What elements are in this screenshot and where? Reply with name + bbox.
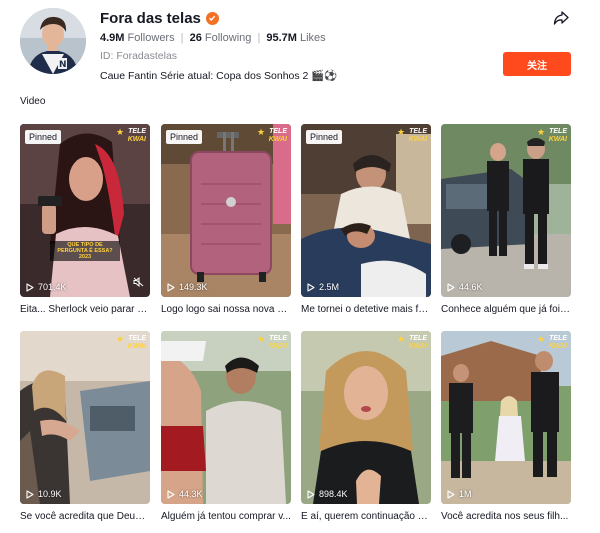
video-title[interactable]: Me tornei o detetive mais fa... (301, 304, 431, 317)
view-count-text: 44.3K (179, 489, 203, 499)
share-icon[interactable] (553, 10, 569, 26)
avatar[interactable]: N (20, 8, 86, 74)
profile-bio: Caue Fantin Série atual: Copa dos Sonhos… (100, 70, 338, 82)
profile-info: Fora das telas 4.9M Followers | 26 Follo… (100, 8, 337, 84)
telekwai-logo: ★ TELE KWAI (116, 127, 146, 144)
video-card[interactable]: ★ TELE KWAI 1M Você acredita nos seus filh… (441, 331, 571, 524)
view-count: 1M (447, 489, 472, 499)
telekwai-logo: ★ TELE KWAI (116, 334, 146, 351)
likes-label: Likes (300, 32, 326, 44)
video-card[interactable]: ★ TELE KWAI 44.3K Alguém já tentou comprar… (161, 331, 291, 524)
view-count-text: 1M (459, 489, 472, 499)
video-title[interactable]: Se você acredita que Deus ... (20, 511, 150, 524)
view-count: 2.5M (307, 282, 339, 292)
view-count: 149.3K (167, 282, 208, 292)
pinned-badge: Pinned (306, 130, 343, 144)
telekwai-logo: ★ TELE KWAI (257, 127, 287, 144)
following-label[interactable]: Following (205, 32, 251, 44)
view-count-text: 2.5M (319, 282, 340, 292)
play-icon (26, 282, 34, 292)
video-card[interactable]: Pinned ★ TELE KWAI 2.5M Me tornei o deteti… (301, 124, 431, 317)
video-thumbnail[interactable]: Pinned ★ TELE KWAI 2.5M (301, 124, 431, 297)
thumbnail-image (441, 124, 571, 297)
telekwai-logo: ★ TELE KWAI (257, 334, 287, 351)
thumbnail-image (161, 331, 291, 504)
video-card[interactable]: ★ TELE KWAI 44.6K Conhece alguém que já fo… (441, 124, 571, 317)
video-card[interactable]: Pinned ★ TELE KWAI QUE TIPO DE PERGUNTA É … (20, 124, 150, 317)
video-title[interactable]: Logo logo sai nossa nova sé... (161, 304, 291, 317)
thumbnail-image (301, 124, 431, 297)
stats-divider: | (180, 32, 184, 44)
video-thumbnail[interactable]: ★ TELE KWAI 44.6K (441, 124, 571, 297)
thumbnail-image (20, 124, 150, 297)
user-id: ID: Foradastelas (100, 50, 178, 62)
video-title[interactable]: Alguém já tentou comprar v... (161, 511, 291, 524)
video-title[interactable]: Conhece alguém que já foi ... (441, 304, 571, 317)
play-icon (167, 489, 175, 499)
stats-divider: | (257, 32, 261, 44)
profile-stats: 4.9M Followers | 26 Following | 95.7M Li… (100, 32, 337, 48)
video-thumbnail[interactable]: ★ TELE KWAI 44.3K (161, 331, 291, 504)
video-thumbnail[interactable]: ★ TELE KWAI 1M (441, 331, 571, 504)
view-count-text: 701.4K (38, 282, 67, 292)
view-count: 10.9K (26, 489, 62, 499)
video-card[interactable]: ★ TELE KWAI 898.4K E aí, querem continuaçã… (301, 331, 431, 524)
video-thumbnail[interactable]: Pinned ★ TELE KWAI 149.3K (161, 124, 291, 297)
video-card[interactable]: Pinned ★ TELE KWAI 149.3K Logo logo sai no… (161, 124, 291, 317)
video-thumbnail[interactable]: ★ TELE KWAI 898.4K (301, 331, 431, 504)
telekwai-logo: ★ TELE KWAI (537, 127, 567, 144)
verified-badge-icon (205, 11, 219, 25)
thumbnail-image (301, 331, 431, 504)
thumbnail-image (161, 124, 291, 297)
view-count-text: 898.4K (319, 489, 348, 499)
following-count: 26 (189, 32, 202, 44)
profile-header: N Fora das telas 4.9M Followers | 26 Fol… (20, 8, 580, 82)
thumbnail-image (441, 331, 571, 504)
pinned-badge: Pinned (166, 130, 203, 144)
play-icon (167, 282, 175, 292)
follow-button[interactable]: 关注 (503, 52, 571, 76)
view-count: 898.4K (307, 489, 348, 499)
view-count: 44.3K (167, 489, 203, 499)
profile-name: Fora das telas (100, 9, 201, 27)
likes-count: 95.7M (266, 32, 297, 44)
play-icon (447, 489, 455, 499)
video-title[interactable]: Você acredita nos seus filh... (441, 511, 571, 524)
followers-count: 4.9M (100, 32, 125, 44)
play-icon (447, 282, 455, 292)
section-title: Video (20, 96, 46, 107)
video-thumbnail[interactable]: ★ TELE KWAI 10.9K (20, 331, 150, 504)
video-title[interactable]: Eita... Sherlock veio parar n... (20, 304, 150, 317)
view-count-text: 149.3K (179, 282, 208, 292)
telekwai-logo: ★ TELE KWAI (397, 127, 427, 144)
video-thumbnail[interactable]: Pinned ★ TELE KWAI QUE TIPO DE PERGUNTA É … (20, 124, 150, 297)
play-icon (307, 282, 315, 292)
followers-label[interactable]: Followers (128, 32, 175, 44)
svg-text:N: N (59, 60, 67, 70)
pinned-badge: Pinned (25, 130, 62, 144)
play-icon (26, 489, 34, 499)
telekwai-logo: ★ TELE KWAI (537, 334, 567, 351)
telekwai-logo: ★ TELE KWAI (397, 334, 427, 351)
view-count-text: 44.6K (459, 282, 483, 292)
video-title[interactable]: E aí, querem continuação d... (301, 511, 431, 524)
view-count-text: 10.9K (38, 489, 62, 499)
view-count: 701.4K (26, 282, 67, 292)
mute-icon[interactable] (133, 274, 144, 292)
play-icon (307, 489, 315, 499)
video-caption-overlay: QUE TIPO DE PERGUNTA É ESSA? 2023 (50, 241, 120, 261)
thumbnail-image (20, 331, 150, 504)
video-card[interactable]: ★ TELE KWAI 10.9K Se você acredita que Deu… (20, 331, 150, 524)
view-count: 44.6K (447, 282, 483, 292)
